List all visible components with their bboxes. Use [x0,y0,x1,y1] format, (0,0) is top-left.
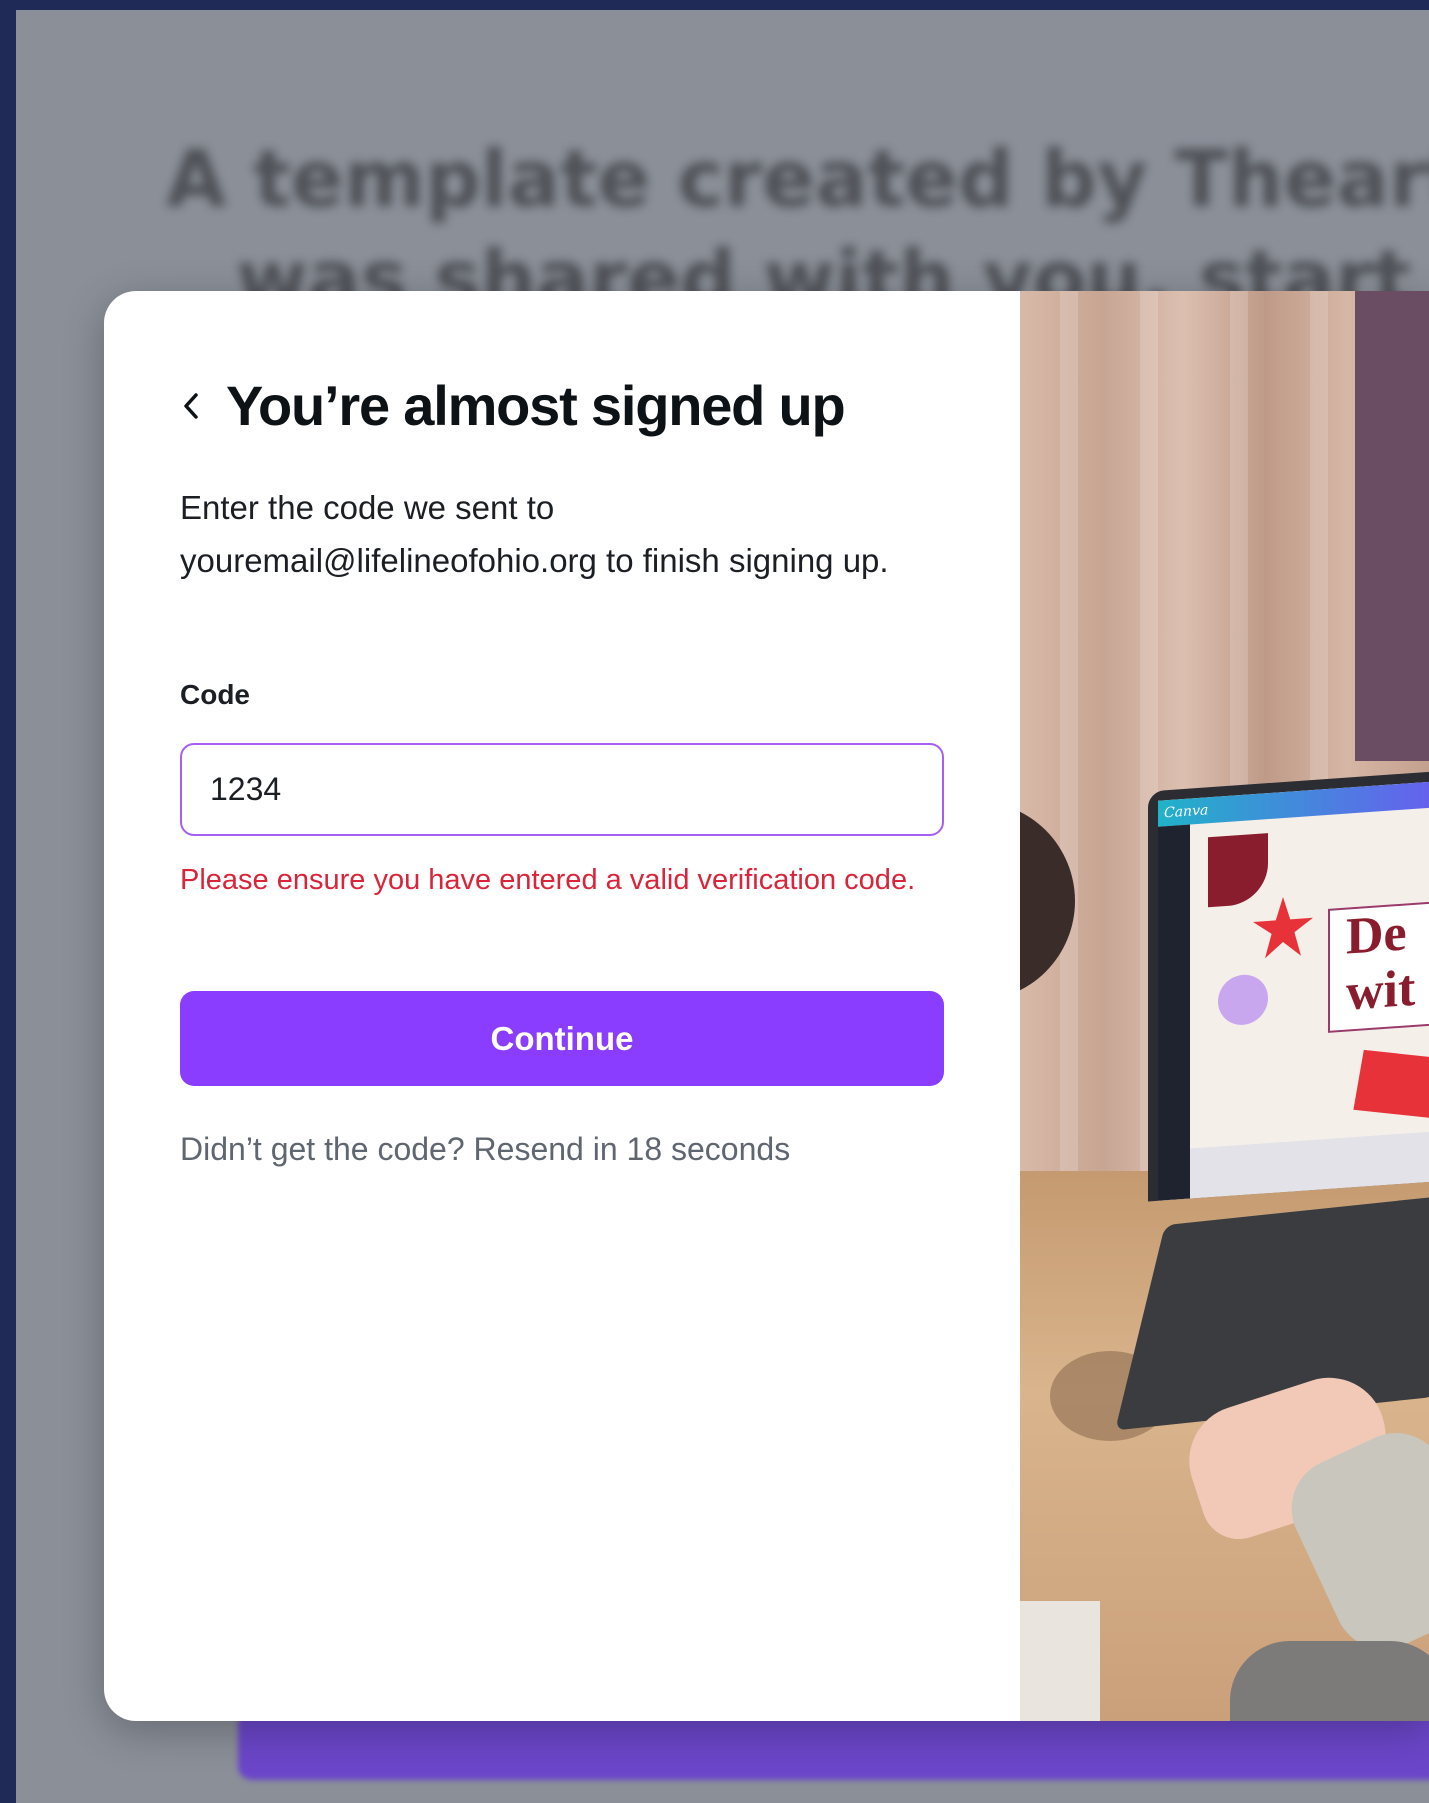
design-shape [1208,833,1268,908]
chevron-left-icon [184,392,198,419]
error-message: Please ensure you have entered a valid v… [180,864,916,896]
signup-modal: You’re almost signed up Enter the code w… [104,291,1429,1721]
design-shape [1353,1049,1429,1119]
continue-button[interactable]: Continue [180,991,944,1086]
code-label: Code [180,679,250,710]
back-button[interactable] [180,381,216,431]
title-row: You’re almost signed up [180,373,846,438]
background-heading-line1: A template created by Theartofe [166,135,1429,225]
promo-image: Canva De wit [1020,291,1429,1721]
page-title: You’re almost signed up [226,374,846,437]
code-input[interactable] [180,743,944,836]
slide-text: De wit [1328,897,1429,1033]
laptop-display: Canva De wit [1158,780,1429,1201]
laptop-screen: Canva De wit [1148,770,1429,1202]
verification-panel: You’re almost signed up Enter the code w… [104,291,1020,1721]
app-logo: Canva [1158,780,1429,827]
editor-sidebar [1158,824,1190,1201]
star-shape [1253,895,1313,959]
circle-shape [1218,973,1268,1027]
instructions-text: Enter the code we sent to youremail@life… [180,489,889,579]
chair [1230,1641,1429,1721]
drawer [1020,1601,1100,1721]
resend-text: Didn’t get the code? Resend in 18 second… [180,1131,791,1167]
wall-panel [1355,291,1429,761]
